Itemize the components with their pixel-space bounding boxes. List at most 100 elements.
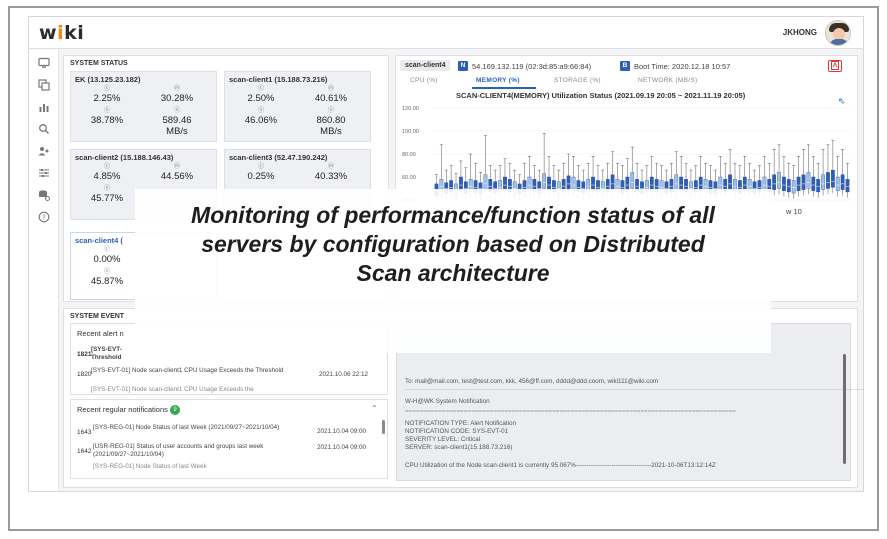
alert-text[interactable]: [SYS-EVT-01] Node scan-client1 CPU Usage… — [91, 386, 254, 393]
box-mark — [796, 156, 801, 197]
cpu-icon: ⓒ — [103, 164, 110, 170]
active-tab-indicator — [472, 87, 536, 89]
alert-text-cont[interactable]: Threshold — [91, 354, 121, 361]
app-window: wiki JKHONG ? SYSTEM STATUS EK (13.125.2… — [28, 16, 864, 492]
regular-notification-header[interactable]: Recent regular notifications 9 — [77, 405, 180, 416]
bar-chart-icon[interactable] — [38, 101, 50, 113]
monitor-icon[interactable] — [38, 57, 50, 69]
notification-date: 2021.10.04 09:00 — [317, 444, 367, 451]
network-icon: ⓝ — [173, 108, 180, 114]
alert-text[interactable]: [SYS-EVT-01] Node scan-client1 CPU Usage… — [91, 367, 291, 375]
mail-divider: ————————————————————————————————————————… — [405, 386, 864, 393]
boot-badge: B — [620, 61, 630, 71]
tab-network[interactable]: NETWORK (MB/S) — [638, 77, 697, 84]
server-card-ek[interactable]: EK (13.125.23.182) ⓒ 2.25% ⓜ 30.28% ⓢ 38.78… — [70, 71, 217, 142]
mail-body-line: CPU Utilization of the Node scan-client1… — [405, 462, 716, 469]
memory-metric: ⓜ 40.33% — [301, 163, 361, 182]
mail-type-line: NOTIFICATION TYPE: Alert Notification — [405, 420, 517, 427]
box-mark — [777, 144, 781, 195]
network-icon: ⓝ — [327, 108, 334, 114]
mail-server-line: SERVER: scan-client1(15.188.73.216) — [405, 444, 513, 451]
mail-scrollbar[interactable] — [843, 354, 846, 464]
user-avatar[interactable] — [825, 20, 851, 46]
recent-alert-header[interactable]: Recent alert n — [77, 329, 124, 338]
memory-icon: ⓜ — [327, 86, 334, 92]
box-mark — [772, 149, 777, 196]
y-tick-label: 120.00 — [402, 106, 419, 112]
box-mark — [831, 139, 835, 194]
scrollbar-thumb[interactable] — [382, 420, 385, 434]
x-axis-label: w 10 — [786, 207, 802, 216]
tab-memory[interactable]: MEMORY (%) — [476, 77, 520, 84]
app-logo[interactable]: wiki — [39, 22, 84, 44]
box-mark — [483, 135, 488, 196]
storage-metric: ⓢ 45.87% — [77, 268, 137, 287]
cpu-metric: ⓒ 2.50% — [231, 85, 291, 104]
sidebar: ? — [29, 49, 59, 491]
box-mark — [801, 149, 806, 196]
network-badge: N — [458, 61, 468, 71]
storage-icon: ⓢ — [103, 108, 110, 114]
notification-count-badge: 9 — [169, 405, 180, 416]
cpu-icon: ⓒ — [257, 86, 264, 92]
y-tick-label: 80.00 — [402, 152, 416, 158]
cpu-icon: ⓒ — [257, 164, 264, 170]
mail-to-line: To: mail@mail.com, test@test.com, kkk, 4… — [405, 378, 659, 385]
user-name[interactable]: JKHONG — [783, 28, 817, 37]
memory-icon: ⓜ — [327, 164, 334, 170]
system-event-title: SYSTEM EVENT — [70, 313, 125, 320]
host-tag[interactable]: scan-client4 — [400, 60, 451, 71]
pdf-export-button[interactable] — [828, 60, 842, 72]
storage-icon: ⓢ — [103, 186, 110, 192]
notification-text[interactable]: [SYS-REG-01] Node Status of last Week — [93, 463, 207, 470]
notification-text[interactable]: [USR-REG-01] Status of user accounts and… — [93, 443, 303, 459]
tab-cpu[interactable]: CPU (%) — [410, 77, 438, 84]
notification-text[interactable]: [SYS-REG-01] Node Status of last Week (2… — [93, 424, 293, 432]
memory-icon: ⓜ — [173, 86, 180, 92]
y-tick-label: 100.00 — [402, 129, 419, 135]
database-settings-icon[interactable] — [38, 189, 50, 201]
box-mark — [845, 162, 850, 198]
server-card-title: EK (13.125.23.182) — [75, 75, 141, 84]
mail-severity-line: SEVERITY LEVEL: Critical — [405, 436, 481, 443]
server-card-scan-client1[interactable]: scan-client1 (15.188.73.216) ⓒ 2.50% ⓜ 40.… — [224, 71, 371, 142]
memory-icon: ⓜ — [173, 164, 180, 170]
box-mark — [840, 149, 845, 196]
storage-metric: ⓢ 46.06% — [231, 107, 291, 126]
regular-notification-list: Recent regular notifications 9 ⌃ 1643 [S… — [70, 399, 388, 479]
network-metric: ⓝ 860.80 MB/s — [301, 107, 361, 137]
server-card-title: scan-client3 (52.47.190.242) — [229, 153, 328, 162]
box-mark — [791, 165, 796, 199]
storage-metric: ⓢ 38.78% — [77, 107, 137, 126]
storage-metric: ⓢ 45.77% — [77, 185, 137, 204]
chart-title: SCAN-CLIENT4(MEMORY) Utilization Status … — [456, 91, 746, 100]
tab-storage[interactable]: STORAGE (%) — [554, 77, 601, 84]
cpu-metric: ⓒ 2.25% — [77, 85, 137, 104]
mail-code-line: NOTIFICATION CODE: SYS-EVT-01 — [405, 428, 509, 435]
memory-metric: ⓜ 44.56% — [147, 163, 207, 182]
memory-metric: ⓜ 40.61% — [301, 85, 361, 104]
box-mark — [811, 156, 816, 197]
cpu-icon: ⓒ — [103, 86, 110, 92]
svg-text:?: ? — [42, 214, 46, 222]
caption-text: Monitoring of performance/function statu… — [191, 202, 715, 286]
refresh-icon[interactable] — [38, 79, 50, 91]
server-card-title: scan-client2 (15.188.146.43) — [75, 153, 174, 162]
pdf-icon — [831, 61, 839, 70]
cpu-metric: ⓒ 4.85% — [77, 163, 137, 182]
server-card-title: scan-client4 ( — [75, 236, 123, 245]
box-mark — [786, 162, 791, 198]
notification-id: 1642 — [77, 448, 92, 455]
cpu-icon: ⓒ — [103, 247, 110, 253]
chevron-up-icon[interactable]: ⌃ — [371, 404, 378, 413]
help-icon[interactable]: ? — [38, 211, 50, 223]
cpu-metric: ⓒ 0.25% — [231, 163, 291, 182]
notification-id: 1643 — [77, 429, 92, 436]
box-mark — [826, 144, 830, 195]
cpu-metric: ⓒ 0.00% — [77, 246, 137, 265]
sliders-icon[interactable] — [38, 167, 50, 179]
users-icon[interactable] — [38, 145, 50, 157]
search-icon[interactable] — [38, 123, 50, 135]
system-status-title: SYSTEM STATUS — [70, 60, 128, 67]
alert-text[interactable]: [SYS-EVT- — [91, 346, 122, 353]
